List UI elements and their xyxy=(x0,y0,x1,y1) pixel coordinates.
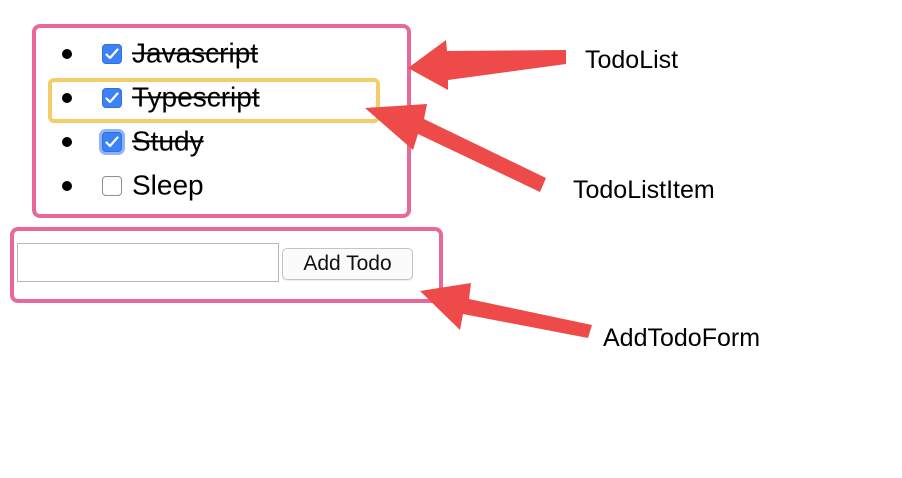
bullet xyxy=(62,181,72,191)
todo-list-item-annotation: TodoListItem xyxy=(573,176,715,204)
todo-item-label: Study xyxy=(132,125,204,157)
todo-item-label: Javascript xyxy=(132,37,259,69)
check-icon xyxy=(105,48,119,60)
arrow-icon xyxy=(408,40,566,90)
bullet xyxy=(62,137,72,147)
arrow-icon xyxy=(420,283,592,338)
todo-list-annotation: TodoList xyxy=(585,46,679,74)
bullet xyxy=(62,49,72,59)
todo-checkbox[interactable] xyxy=(102,132,122,152)
add-todo-button[interactable]: Add Todo xyxy=(282,248,413,280)
check-icon xyxy=(105,136,119,148)
todo-input[interactable] xyxy=(17,243,279,282)
todo-checkbox[interactable] xyxy=(102,44,122,64)
todo-checkbox[interactable] xyxy=(102,176,122,196)
todo-list-item-outline xyxy=(48,78,380,123)
add-todo-form-annotation: AddTodoForm xyxy=(603,324,761,352)
todo-item-label: Sleep xyxy=(132,169,204,201)
